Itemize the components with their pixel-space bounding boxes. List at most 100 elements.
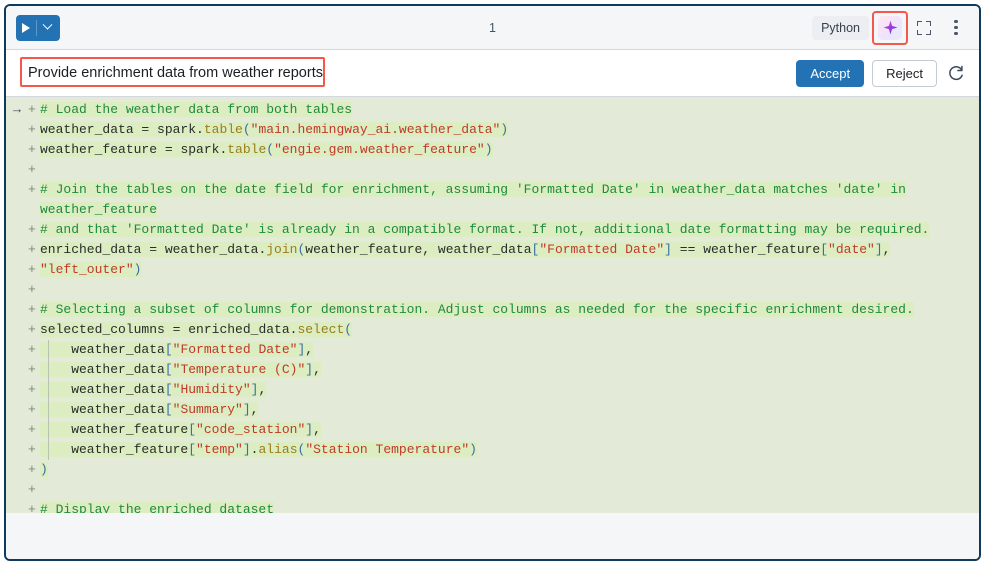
code-line[interactable]: +# Display the enriched dataset <box>6 500 979 513</box>
code-line-content <box>40 160 48 180</box>
code-token: enriched_data. <box>188 322 297 337</box>
code-token: , <box>258 382 266 397</box>
code-token: [ <box>165 342 173 357</box>
code-token: enriched_data <box>40 242 149 257</box>
code-token: [ <box>165 402 173 417</box>
code-line-content: weather_feature["code_station"], <box>40 420 321 440</box>
code-line[interactable]: +) <box>6 460 979 480</box>
code-line[interactable]: →+# Load the weather data from both tabl… <box>6 100 979 120</box>
code-line[interactable]: +weather_feature = spark.table("engie.ge… <box>6 140 979 160</box>
code-line[interactable]: + weather_data["Temperature (C)"], <box>6 360 979 380</box>
chevron-down-icon[interactable] <box>43 20 53 30</box>
code-token: ] <box>243 402 251 417</box>
code-token: [ <box>188 422 196 437</box>
code-line[interactable]: +selected_columns = enriched_data.select… <box>6 320 979 340</box>
code-line[interactable]: + <box>6 480 979 500</box>
expand-cell-button[interactable] <box>911 15 937 41</box>
code-token: select <box>297 322 344 337</box>
code-line[interactable]: +"left_outer") <box>6 260 979 280</box>
code-token: [ <box>820 242 828 257</box>
code-token: weather_feature <box>40 202 157 217</box>
gutter-spacer <box>6 120 28 140</box>
language-selector[interactable]: Python <box>812 16 869 40</box>
code-token: weather_data. <box>165 242 266 257</box>
token-highlight: ) <box>40 462 48 477</box>
code-token: ] <box>243 442 251 457</box>
code-token: spark. <box>180 142 227 157</box>
code-line[interactable]: + weather_data["Summary"], <box>6 400 979 420</box>
reject-button[interactable]: Reject <box>872 60 937 87</box>
assistant-prompt-bar: Accept Reject <box>6 50 979 97</box>
token-highlight: # Display the enriched dataset <box>40 502 274 513</box>
code-line-content: weather_feature = spark.table("engie.gem… <box>40 140 493 160</box>
code-line[interactable]: +# Selecting a subset of columns for dem… <box>6 300 979 320</box>
code-line[interactable]: +# Join the tables on the date field for… <box>6 180 979 200</box>
code-line[interactable]: +# and that 'Formatted Date' is already … <box>6 220 979 240</box>
gutter-spacer <box>6 440 28 460</box>
regenerate-button[interactable] <box>945 62 967 84</box>
code-line[interactable]: + weather_feature["temp"].alias("Station… <box>6 440 979 460</box>
code-line[interactable]: weather_feature <box>6 200 979 220</box>
gutter-spacer <box>6 480 28 500</box>
code-line[interactable]: + weather_data["Humidity"], <box>6 380 979 400</box>
gutter-spacer <box>6 360 28 380</box>
token-highlight: weather_data["Formatted Date"], <box>40 342 313 357</box>
diff-added-marker: + <box>28 420 40 440</box>
code-token: "code_station" <box>196 422 305 437</box>
play-icon <box>22 23 30 33</box>
code-token: # Selecting a subset of columns for demo… <box>40 302 914 317</box>
gutter-spacer <box>6 340 28 360</box>
code-line[interactable]: + <box>6 280 979 300</box>
code-token: table <box>204 122 243 137</box>
code-token: [ <box>165 362 173 377</box>
diff-added-marker: + <box>28 380 40 400</box>
code-token: ) <box>40 462 48 477</box>
diff-added-marker: + <box>28 340 40 360</box>
diff-added-marker: + <box>28 440 40 460</box>
indent-guide <box>48 400 49 420</box>
diff-added-marker: + <box>28 220 40 240</box>
gutter-spacer <box>6 240 28 260</box>
expand-icon <box>917 21 931 35</box>
cursor-arrow-icon: → <box>6 100 28 120</box>
code-token: , <box>883 242 891 257</box>
code-token: # and that 'Formatted Date' is already i… <box>40 222 929 237</box>
indent-guide <box>48 440 49 460</box>
code-line[interactable]: + weather_feature["code_station"], <box>6 420 979 440</box>
code-diff-viewer[interactable]: → + # Load the weather data from both tabl… <box>6 97 979 513</box>
code-token: , <box>313 422 321 437</box>
code-line-content: # Load the weather data from both tables <box>40 100 352 120</box>
code-token: ) <box>485 142 493 157</box>
code-token: "main.hemingway_ai.weather_data" <box>251 122 501 137</box>
code-token: selected_columns <box>40 322 173 337</box>
gutter-spacer <box>6 160 28 180</box>
token-highlight: weather_feature["temp"].alias("Station T… <box>40 442 477 457</box>
code-line[interactable]: + <box>6 160 979 180</box>
diff-added-marker: + <box>28 160 40 180</box>
code-token: # Load the weather data from both tables <box>40 102 352 117</box>
code-line[interactable]: +weather_data = spark.table("main.heming… <box>6 120 979 140</box>
divider <box>36 20 37 36</box>
code-token: ) <box>469 442 477 457</box>
code-token: "Formatted Date" <box>539 242 664 257</box>
code-token: ] <box>305 362 313 377</box>
code-token: ( <box>344 322 352 337</box>
accept-button[interactable]: Accept <box>796 60 864 87</box>
diff-added-marker: + <box>28 240 40 260</box>
code-token: "Formatted Date" <box>173 342 298 357</box>
notebook-cell: 1 Python <box>4 4 981 561</box>
assistant-prompt-input[interactable] <box>20 58 784 88</box>
diff-added-marker: + <box>28 360 40 380</box>
code-line-content <box>40 280 48 300</box>
code-line-content: weather_data["Summary"], <box>40 400 258 420</box>
toolbar-right-group: Python <box>812 13 969 43</box>
code-token: "date" <box>828 242 875 257</box>
code-line[interactable]: +enriched_data = weather_data.join(weath… <box>6 240 979 260</box>
code-token: weather_data <box>40 402 165 417</box>
cell-menu-button[interactable] <box>943 15 969 41</box>
run-cell-button[interactable] <box>16 15 60 41</box>
code-token: = <box>149 242 165 257</box>
ai-assistant-button[interactable] <box>878 16 902 40</box>
code-line[interactable]: + weather_data["Formatted Date"], <box>6 340 979 360</box>
code-line-content <box>40 480 48 500</box>
